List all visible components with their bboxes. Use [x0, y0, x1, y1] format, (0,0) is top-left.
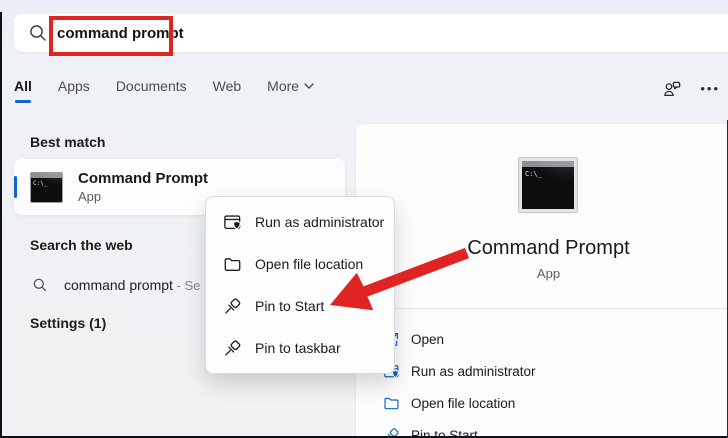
- best-match-title: Command Prompt: [78, 170, 209, 187]
- tab-apps[interactable]: Apps: [58, 78, 90, 108]
- tab-more-label: More: [267, 78, 300, 94]
- menu-item-open-file-location[interactable]: Open file location: [206, 243, 394, 285]
- menu-item-label: Pin to Start: [255, 298, 325, 314]
- search-icon: [33, 278, 47, 292]
- command-prompt-icon: C:\_: [30, 171, 63, 203]
- chevron-down-icon: [304, 83, 314, 89]
- web-suggestion-text: command prompt: [64, 277, 173, 293]
- tab-all[interactable]: All: [14, 78, 32, 108]
- preview-action-label: Open: [411, 331, 445, 347]
- pin-icon: [225, 339, 242, 356]
- tab-more[interactable]: More: [267, 78, 314, 108]
- preview-pane: C:\_ Command Prompt App Open Run as admi…: [355, 123, 728, 438]
- best-match-header: Best match: [30, 134, 106, 150]
- preview-title: Command Prompt: [467, 237, 630, 259]
- annotation-highlight-box: [49, 16, 173, 56]
- tab-documents-label: Documents: [115, 78, 187, 94]
- menu-item-pin-to-start[interactable]: Pin to Start: [206, 285, 394, 327]
- preview-divider: [356, 308, 728, 309]
- preview-action-open[interactable]: Open: [356, 323, 728, 355]
- menu-item-pin-to-taskbar[interactable]: Pin to taskbar: [206, 327, 394, 369]
- menu-item-label: Pin to taskbar: [255, 340, 341, 356]
- search-the-web-header: Search the web: [30, 237, 133, 253]
- search-icon: [30, 25, 46, 41]
- preview-subtitle: App: [536, 266, 561, 281]
- tab-apps-label: Apps: [57, 78, 90, 94]
- web-suggestion-suffix: - Se: [172, 278, 201, 293]
- window-left-edge: [0, 12, 2, 438]
- feedback-user-icon[interactable]: [662, 79, 682, 99]
- preview-action-label: Open file location: [411, 395, 516, 411]
- preview-action-label: Run as administrator: [411, 363, 536, 379]
- admin-shield-icon: [224, 214, 241, 230]
- preview-action-open-file-location[interactable]: Open file location: [356, 387, 728, 419]
- selection-accent-bar: [14, 176, 17, 198]
- menu-item-label: Open file location: [255, 256, 364, 272]
- settings-header: Settings (1): [30, 315, 107, 331]
- context-menu: Run as administrator Open file location …: [205, 196, 395, 374]
- pin-icon: [225, 297, 242, 314]
- menu-item-label: Run as administrator: [255, 214, 385, 230]
- tab-web-label: Web: [212, 78, 242, 94]
- tab-all-label: All: [14, 78, 32, 94]
- folder-icon: [224, 257, 241, 271]
- menu-item-run-as-administrator[interactable]: Run as administrator: [206, 201, 394, 243]
- best-match-subtitle: App: [78, 189, 102, 204]
- command-prompt-icon-large: C:\_: [518, 157, 578, 213]
- preview-action-run-as-admin[interactable]: Run as administrator: [356, 355, 728, 387]
- windows-search-flyout: All Apps Documents Web More ••• Best mat…: [0, 0, 728, 438]
- tab-documents[interactable]: Documents: [116, 78, 187, 108]
- search-filter-tabs: All Apps Documents Web More: [14, 78, 314, 108]
- active-tab-indicator: [14, 100, 31, 103]
- folder-icon: [384, 397, 399, 409]
- more-options-icon[interactable]: •••: [700, 80, 720, 98]
- tab-web[interactable]: Web: [213, 78, 242, 108]
